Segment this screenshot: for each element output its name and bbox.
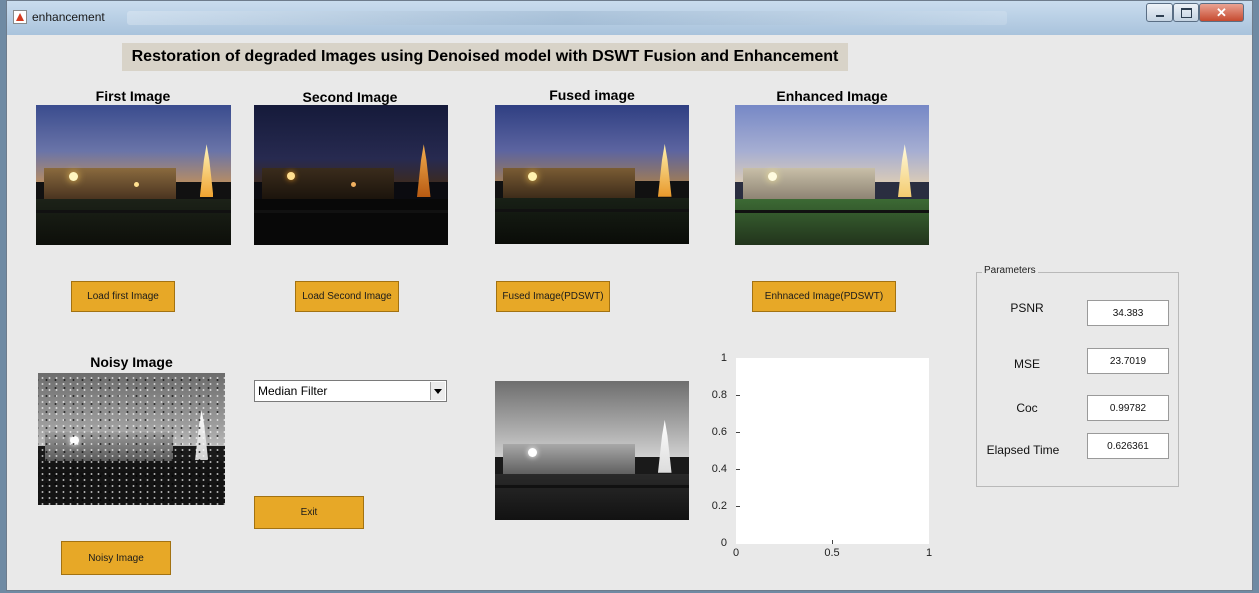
noisy-image-caption: Noisy Image <box>90 354 173 370</box>
page-heading: Restoration of degraded Images using Den… <box>122 43 848 71</box>
y-tick-label: 1 <box>720 352 727 364</box>
x-tick-mark <box>832 540 833 544</box>
coc-label: Coc <box>1016 401 1038 415</box>
minimize-icon <box>1155 14 1164 17</box>
filter-select-value: Median Filter <box>258 384 328 398</box>
fused-image-button[interactable]: Fused Image(PDSWT) <box>496 281 610 312</box>
y-tick-label: 0.2 <box>711 500 727 512</box>
y-tick-mark <box>736 395 740 396</box>
title-bar: enhancement ✕ <box>7 1 1252 35</box>
y-tick-label: 0.6 <box>711 426 727 438</box>
enhanced-image-caption: Enhanced Image <box>776 88 888 104</box>
fused-image-caption: Fused image <box>549 87 635 103</box>
close-button[interactable]: ✕ <box>1199 3 1244 22</box>
title-bar-decoration <box>127 11 1007 25</box>
minimize-button[interactable] <box>1146 3 1173 22</box>
y-tick-label: 0.4 <box>711 463 727 475</box>
parameters-title: Parameters <box>982 265 1038 276</box>
fused-image <box>495 105 689 244</box>
exit-button[interactable]: Exit <box>254 496 364 529</box>
psnr-label: PSNR <box>1010 301 1044 315</box>
matlab-icon <box>13 10 27 24</box>
enhanced-image-button[interactable]: Enhnaced Image(PDSWT) <box>752 281 896 312</box>
filtered-image <box>495 381 689 520</box>
noisy-image <box>38 373 225 505</box>
second-image-caption: Second Image <box>302 89 398 105</box>
second-image <box>254 105 448 245</box>
load-second-image-button[interactable]: Load Second Image <box>295 281 399 312</box>
load-first-image-button[interactable]: Load first Image <box>71 281 175 312</box>
x-tick-label: 0 <box>732 547 740 559</box>
app-window: enhancement ✕ Restoration of degraded Im… <box>6 0 1253 591</box>
filter-select[interactable]: Median Filter <box>254 380 447 402</box>
first-image <box>36 105 231 245</box>
window-title: enhancement <box>32 10 105 24</box>
close-icon: ✕ <box>1216 4 1227 20</box>
noisy-image-button[interactable]: Noisy Image <box>61 541 171 575</box>
y-tick-mark <box>736 506 740 507</box>
x-tick-label: 1 <box>925 547 933 559</box>
enhanced-image <box>735 105 929 245</box>
mse-field[interactable]: 23.7019 <box>1087 348 1169 374</box>
maximize-button[interactable] <box>1173 3 1199 22</box>
x-tick-label: 0.5 <box>824 547 840 559</box>
y-tick-mark <box>736 432 740 433</box>
coc-field[interactable]: 0.99782 <box>1087 395 1169 421</box>
y-tick-mark <box>736 469 740 470</box>
plot-axes <box>736 358 929 544</box>
maximize-icon <box>1180 7 1192 18</box>
mse-label: MSE <box>1013 357 1040 371</box>
elapsed-time-field[interactable]: 0.626361 <box>1087 433 1169 459</box>
first-image-caption: First Image <box>95 88 171 104</box>
chevron-down-icon[interactable] <box>430 382 445 400</box>
y-tick-label: 0.8 <box>711 389 727 401</box>
elapsed-time-label: Elapsed Time <box>986 443 1060 457</box>
psnr-field[interactable]: 34.383 <box>1087 300 1169 326</box>
